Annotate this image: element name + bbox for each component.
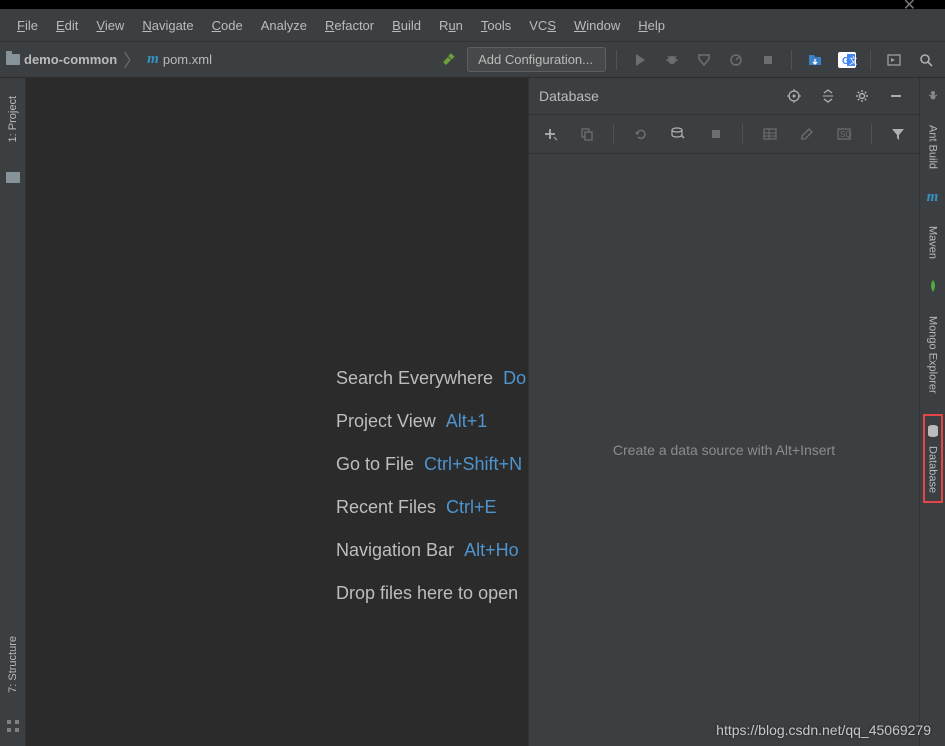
main-body: 1: Project 7: Structure Search Everywher…	[0, 78, 945, 746]
menu-vcs[interactable]: VCS	[520, 14, 565, 37]
tip-goto-file: Go to FileCtrl+Shift+N	[336, 454, 526, 475]
menu-run[interactable]: Run	[430, 14, 472, 37]
filter-icon[interactable]	[889, 124, 908, 144]
run-icon[interactable]	[630, 50, 650, 70]
nav-bar: demo-common 〉 m pom.xml Add Configuratio…	[0, 42, 945, 78]
gear-icon[interactable]	[852, 86, 872, 106]
chevron-right-icon: 〉	[123, 47, 141, 73]
window-close-icon[interactable]: ✕	[903, 0, 916, 15]
update-project-icon[interactable]	[805, 50, 825, 70]
project-files-icon[interactable]	[6, 172, 20, 183]
search-icon[interactable]	[916, 50, 936, 70]
tool-structure[interactable]: 7: Structure	[5, 630, 21, 699]
stop-icon[interactable]	[758, 50, 778, 70]
svg-text:文: 文	[849, 55, 857, 66]
menu-refactor[interactable]: Refactor	[316, 14, 383, 37]
console-icon[interactable]: SQL	[835, 124, 854, 144]
tip-nav-bar: Navigation BarAlt+Ho	[336, 540, 526, 561]
menu-analyze[interactable]: Analyze	[252, 14, 316, 37]
tool-maven[interactable]: Maven	[925, 220, 941, 265]
watermark-text: https://blog.csdn.net/qq_45069279	[716, 722, 931, 738]
database-empty-state: Create a data source with Alt+Insert	[529, 154, 919, 746]
menu-window[interactable]: Window	[565, 14, 629, 37]
duplicate-icon[interactable]	[577, 124, 596, 144]
database-header: Database	[529, 78, 919, 115]
edit-icon[interactable]	[797, 124, 816, 144]
menu-code[interactable]: Code	[203, 14, 252, 37]
tool-mongo[interactable]: Mongo Explorer	[925, 310, 941, 400]
tip-drop-files: Drop files here to open	[336, 583, 526, 604]
menu-help[interactable]: Help	[629, 14, 674, 37]
menu-file[interactable]: File	[8, 14, 47, 37]
menu-build[interactable]: Build	[383, 14, 430, 37]
maven-icon[interactable]: m	[927, 189, 939, 206]
menu-bar: File Edit View Navigate Code Analyze Ref…	[0, 9, 945, 42]
tip-search: Search EverywhereDo	[336, 368, 526, 389]
database-panel: Database SQL Create a data source with A…	[528, 78, 919, 746]
mongo-icon[interactable]	[927, 279, 939, 296]
db-collapse-icon[interactable]	[818, 86, 838, 106]
add-configuration-button[interactable]: Add Configuration...	[467, 47, 606, 72]
welcome-tips: Search EverywhereDo Project ViewAlt+1 Go…	[336, 368, 526, 604]
add-configuration-label: Add Configuration...	[478, 52, 593, 67]
ant-icon[interactable]	[926, 88, 940, 105]
tip-project-view: Project ViewAlt+1	[336, 411, 526, 432]
editor-area: Search EverywhereDo Project ViewAlt+1 Go…	[26, 78, 528, 746]
database-title: Database	[539, 88, 773, 104]
tool-database[interactable]: Database	[923, 414, 943, 503]
stop-db-icon[interactable]	[706, 124, 725, 144]
svg-text:SQL: SQL	[840, 130, 852, 139]
debug-icon[interactable]	[662, 50, 682, 70]
refresh-icon[interactable]	[631, 124, 650, 144]
db-settings-icon[interactable]	[669, 124, 688, 144]
db-focus-icon[interactable]	[784, 86, 804, 106]
hide-icon[interactable]	[886, 86, 906, 106]
build-icon[interactable]	[440, 51, 458, 69]
database-empty-text: Create a data source with Alt+Insert	[613, 442, 835, 458]
menu-edit[interactable]: Edit	[47, 14, 87, 37]
translate-icon[interactable]: G文	[837, 50, 857, 70]
folder-icon	[6, 54, 20, 65]
menu-view[interactable]: View	[87, 14, 133, 37]
database-toolbar: SQL	[529, 115, 919, 154]
right-gutter: Ant Build m Maven Mongo Explorer Databas…	[919, 78, 945, 746]
maven-file-icon: m	[147, 51, 159, 68]
crumb-demo-common[interactable]: demo-common	[24, 52, 117, 67]
menu-tools[interactable]: Tools	[472, 14, 520, 37]
breadcrumb[interactable]: demo-common 〉 m pom.xml	[6, 47, 212, 73]
titlebar: ✕	[0, 0, 945, 9]
menu-navigate[interactable]: Navigate	[133, 14, 202, 37]
coverage-icon[interactable]	[694, 50, 714, 70]
left-gutter: 1: Project 7: Structure	[0, 78, 26, 746]
run-anything-icon[interactable]	[884, 50, 904, 70]
tip-recent-files: Recent FilesCtrl+E	[336, 497, 526, 518]
crumb-pom[interactable]: pom.xml	[163, 52, 212, 67]
add-datasource-icon[interactable]	[540, 124, 559, 144]
profile-icon[interactable]	[726, 50, 746, 70]
tool-ant-build[interactable]: Ant Build	[925, 119, 941, 175]
structure-icon[interactable]	[6, 719, 20, 736]
table-view-icon[interactable]	[760, 124, 779, 144]
tool-project[interactable]: 1: Project	[5, 90, 21, 148]
